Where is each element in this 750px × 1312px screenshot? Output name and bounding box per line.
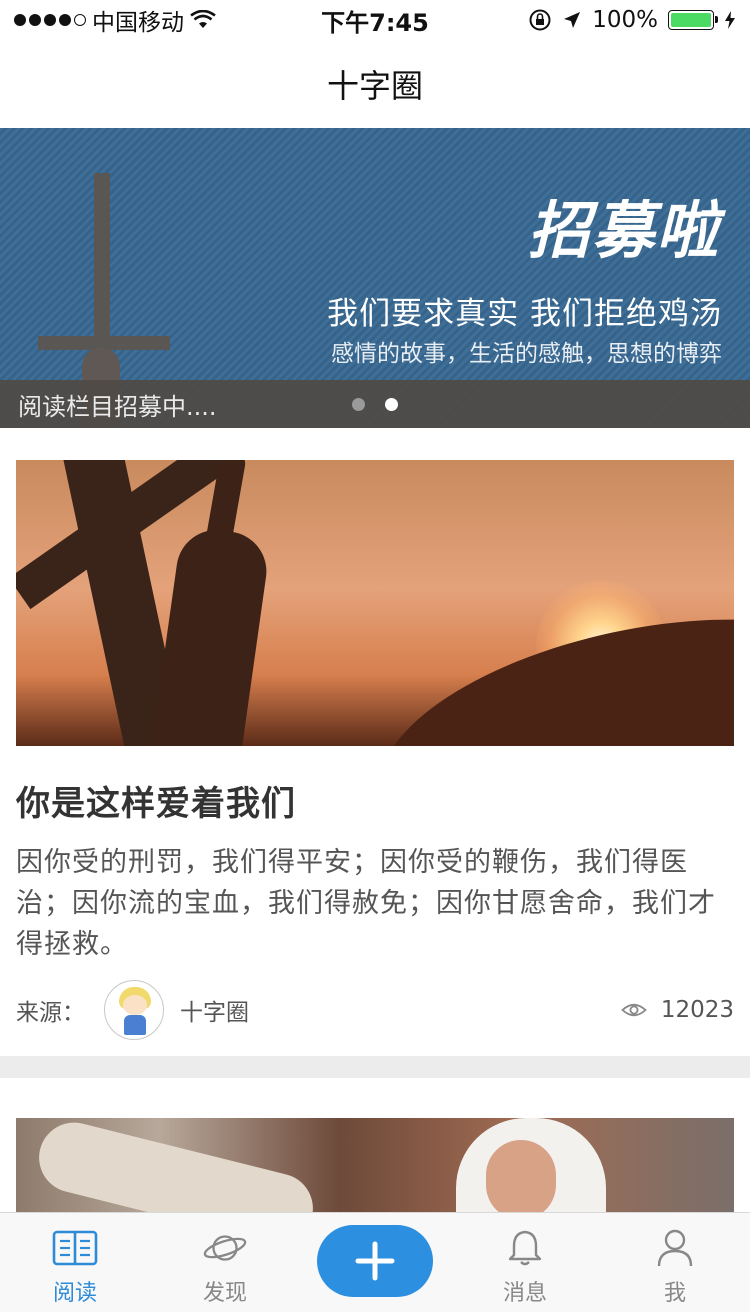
tab-discover[interactable]: 发现 xyxy=(150,1213,300,1312)
person-icon xyxy=(652,1227,698,1269)
add-button[interactable] xyxy=(317,1224,433,1297)
navigation-bar: 十字圈 xyxy=(0,40,750,128)
article-cover-image-2[interactable] xyxy=(16,1115,734,1218)
tab-messages-label: 消息 xyxy=(502,1281,547,1306)
card-separator xyxy=(0,1056,750,1078)
article-meta: 来源： 十字圈 12023 xyxy=(16,980,734,1040)
source-name[interactable]: 十字圈 xyxy=(180,993,621,1027)
tab-discover-label: 发现 xyxy=(202,1281,247,1306)
article-card[interactable]: 你是这样爱着我们 因你受的刑罚，我们得平安；因你受的鞭伤，我们得医治；因你流的宝… xyxy=(0,428,750,1056)
tab-add[interactable] xyxy=(300,1213,450,1312)
banner-subtitle: 感情的故事，生活的感触，思想的博弈 xyxy=(331,341,722,367)
planet-icon xyxy=(202,1227,248,1269)
carousel-dot-1[interactable] xyxy=(352,398,365,411)
tab-me[interactable]: 我 xyxy=(600,1213,750,1312)
tab-me-label: 我 xyxy=(663,1281,686,1306)
article-title[interactable]: 你是这样爱着我们 xyxy=(16,776,296,825)
banner-carousel[interactable]: 招募啦 我们要求真实 我们拒绝鸡汤 感情的故事，生活的感触，思想的博弈 阅读栏目… xyxy=(0,128,750,428)
status-time: 下午7:45 xyxy=(321,8,429,37)
carousel-dot-2[interactable] xyxy=(385,398,398,411)
tab-messages[interactable]: 消息 xyxy=(450,1213,600,1312)
plus-icon xyxy=(355,1241,395,1280)
article-cover-image[interactable] xyxy=(16,460,734,746)
avatar[interactable] xyxy=(104,980,164,1040)
article-card-2[interactable] xyxy=(0,1078,750,1218)
eye-icon xyxy=(620,1003,647,1017)
view-count: 12023 xyxy=(620,997,734,1023)
arm-shape xyxy=(31,1115,321,1218)
hill-silhouette xyxy=(358,578,734,746)
banner-headline: 招募啦 xyxy=(527,194,720,267)
article-summary: 因你受的刑罚，我们得平安；因你受的鞭伤，我们得医治；因你流的宝血，我们得赦免；因… xyxy=(16,847,716,960)
battery-icon xyxy=(668,10,718,30)
status-bar: 中国移动 下午7:45 100% xyxy=(0,0,750,40)
carousel-page-indicator[interactable] xyxy=(352,398,398,411)
view-count-value: 12023 xyxy=(660,997,734,1023)
face-shape xyxy=(486,1140,556,1218)
banner-slogan: 我们要求真实 我们拒绝鸡汤 xyxy=(327,296,722,332)
source-label: 来源： xyxy=(16,1000,85,1026)
tab-bar: 阅读 发现 消息 我 xyxy=(0,1212,750,1312)
tab-read-label: 阅读 xyxy=(52,1281,97,1306)
page-title: 十字圈 xyxy=(326,67,423,105)
battery-fill xyxy=(671,13,711,27)
tab-read[interactable]: 阅读 xyxy=(0,1213,150,1312)
book-icon xyxy=(52,1227,98,1269)
banner-caption: 阅读栏目招募中.... xyxy=(18,392,217,421)
bell-icon xyxy=(502,1227,548,1269)
